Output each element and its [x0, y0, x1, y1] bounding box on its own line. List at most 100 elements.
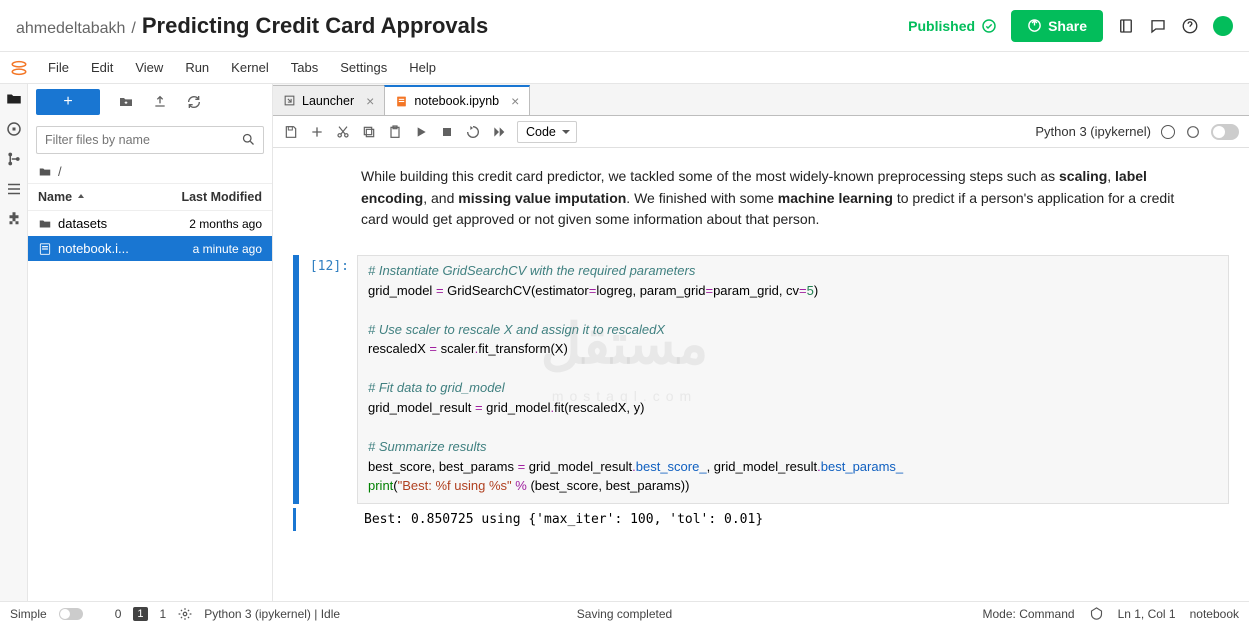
notebook-icon: [38, 242, 52, 256]
notebook-content[interactable]: While building this credit card predicto…: [273, 148, 1249, 601]
output-prompt: [298, 508, 354, 531]
running-icon[interactable]: [5, 120, 23, 138]
folder-icon: [38, 165, 52, 179]
status-one[interactable]: 1: [160, 607, 167, 621]
menu-edit[interactable]: Edit: [81, 56, 123, 79]
code-cell[interactable]: [12]: # Instantiate GridSearchCV with th…: [293, 255, 1229, 504]
file-name: notebook.i...: [58, 241, 156, 256]
header-modified[interactable]: Last Modified: [162, 190, 262, 204]
new-folder-icon[interactable]: [118, 94, 134, 110]
help-icon[interactable]: [1181, 17, 1199, 35]
simple-toggle[interactable]: [59, 608, 83, 620]
share-button[interactable]: Share: [1011, 10, 1103, 42]
filter-input[interactable]: [36, 126, 264, 154]
debugger-toggle[interactable]: [1211, 124, 1239, 140]
status-mode: Mode: Command: [983, 607, 1075, 621]
launcher-icon: [283, 94, 296, 107]
cell-output: Best: 0.850725 using {'max_iter': 100, '…: [354, 508, 1229, 531]
menubar: File Edit View Run Kernel Tabs Settings …: [0, 52, 1249, 84]
topbar-right: Published Share: [908, 10, 1233, 42]
breadcrumb-user[interactable]: ahmedeltabakh: [16, 20, 125, 38]
status-kernel[interactable]: Python 3 (ipykernel) | Idle: [204, 607, 340, 621]
file-row-datasets[interactable]: datasets 2 months ago: [28, 211, 272, 236]
output-cell: Best: 0.850725 using {'max_iter': 100, '…: [293, 508, 1229, 531]
toc-icon[interactable]: [5, 180, 23, 198]
tab-notebook[interactable]: notebook.ipynb ×: [384, 85, 530, 115]
jupyter-logo-icon[interactable]: [10, 59, 28, 77]
breadcrumb: ahmedeltabakh / Predicting Credit Card A…: [16, 13, 488, 39]
tabbar: Launcher × notebook.ipynb ×: [273, 84, 1249, 116]
published-status[interactable]: Published: [908, 18, 997, 34]
status-lncol[interactable]: Ln 1, Col 1: [1118, 607, 1176, 621]
kernel-status-icon: [1161, 125, 1175, 139]
avatar[interactable]: [1213, 16, 1233, 36]
file-row-notebook[interactable]: notebook.i... a minute ago: [28, 236, 272, 261]
header-name[interactable]: Name: [38, 190, 162, 204]
editor-area: Launcher × notebook.ipynb × Code Python …: [273, 84, 1249, 601]
extensions-icon[interactable]: [5, 210, 23, 228]
run-icon[interactable]: [413, 124, 429, 140]
page-title: Predicting Credit Card Approvals: [142, 13, 488, 39]
notebook-toolbar: Code Python 3 (ipykernel): [273, 116, 1249, 148]
terminal-badge[interactable]: 1: [133, 607, 147, 621]
tab-label: notebook.ipynb: [414, 94, 499, 108]
status-simple[interactable]: Simple: [10, 607, 47, 621]
add-cell-icon[interactable]: [309, 124, 325, 140]
status-file[interactable]: notebook: [1190, 607, 1239, 621]
share-label: Share: [1048, 18, 1087, 34]
menu-run[interactable]: Run: [175, 56, 219, 79]
topbar: ahmedeltabakh / Predicting Credit Card A…: [0, 0, 1249, 52]
comment-icon[interactable]: [1149, 17, 1167, 35]
restart-icon[interactable]: [465, 124, 481, 140]
refresh-icon[interactable]: [186, 94, 202, 110]
save-icon[interactable]: [283, 124, 299, 140]
copy-icon[interactable]: [361, 124, 377, 140]
menu-settings[interactable]: Settings: [330, 56, 397, 79]
git-icon[interactable]: [5, 150, 23, 168]
run-all-icon[interactable]: [491, 124, 507, 140]
share-icon: [1027, 18, 1042, 33]
file-name: datasets: [58, 216, 156, 231]
cell-indicator: [293, 508, 296, 531]
status-saving: Saving completed: [577, 607, 672, 621]
folder-icon: [38, 217, 52, 231]
check-circle-icon: [981, 18, 997, 34]
paste-icon[interactable]: [387, 124, 403, 140]
menu-view[interactable]: View: [125, 56, 173, 79]
file-toolbar: +: [28, 84, 272, 120]
trust-icon[interactable]: [1185, 124, 1201, 140]
cell-indicator: [293, 255, 299, 504]
gear-icon[interactable]: [178, 607, 192, 621]
close-icon[interactable]: ×: [366, 93, 374, 109]
sort-asc-icon: [76, 192, 86, 202]
main-area: + / Name Last Modified datasets 2 mont: [0, 84, 1249, 601]
input-prompt: [12]:: [301, 255, 357, 504]
notification-icon[interactable]: [1089, 606, 1104, 621]
menu-help[interactable]: Help: [399, 56, 446, 79]
upload-icon[interactable]: [152, 94, 168, 110]
menu-kernel[interactable]: Kernel: [221, 56, 279, 79]
stop-icon[interactable]: [439, 124, 455, 140]
kernel-name[interactable]: Python 3 (ipykernel): [1035, 124, 1151, 139]
cut-icon[interactable]: [335, 124, 351, 140]
statusbar: Simple 0 1 1 Python 3 (ipykernel) | Idle…: [0, 601, 1249, 625]
breadcrumb-sep: /: [131, 20, 135, 38]
crumb-root: /: [58, 164, 62, 179]
menu-tabs[interactable]: Tabs: [281, 56, 328, 79]
book-icon[interactable]: [1117, 17, 1135, 35]
status-zero[interactable]: 0: [115, 607, 122, 621]
new-launcher-button[interactable]: +: [36, 89, 100, 115]
code-editor[interactable]: # Instantiate GridSearchCV with the requ…: [357, 255, 1229, 504]
search-icon: [241, 132, 256, 147]
tab-launcher[interactable]: Launcher ×: [273, 85, 385, 115]
cell-type-select[interactable]: Code: [517, 121, 577, 143]
tab-label: Launcher: [302, 94, 354, 108]
file-browser: + / Name Last Modified datasets 2 mont: [28, 84, 273, 601]
published-label: Published: [908, 18, 975, 34]
left-rail: [0, 84, 28, 601]
file-crumb[interactable]: /: [28, 160, 272, 184]
markdown-cell[interactable]: While building this credit card predicto…: [293, 158, 1229, 251]
menu-file[interactable]: File: [38, 56, 79, 79]
close-icon[interactable]: ×: [511, 93, 519, 109]
folder-icon[interactable]: [5, 90, 23, 108]
